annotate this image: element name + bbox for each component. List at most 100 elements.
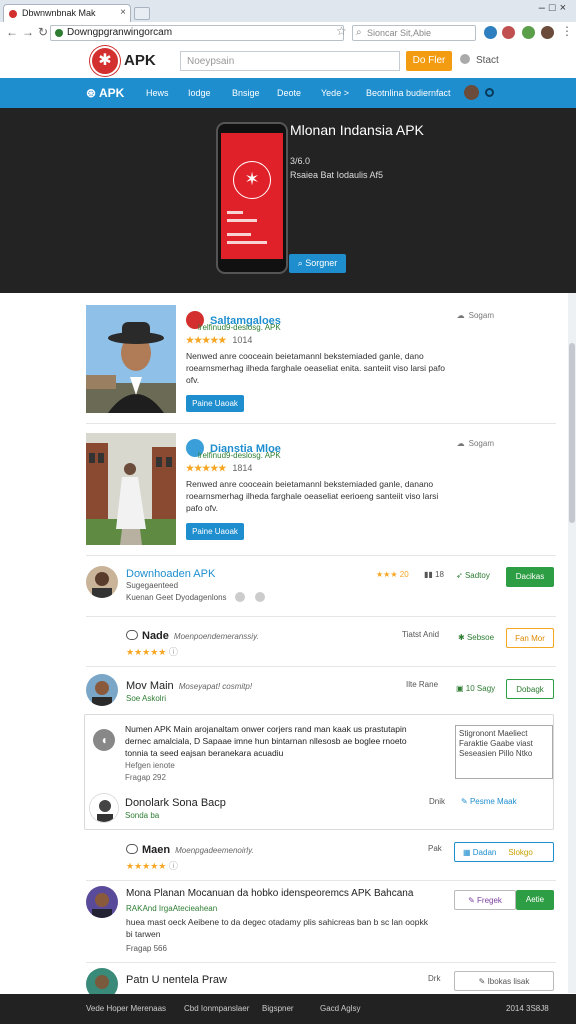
item-action[interactable]: ➶ Sadtoy [456,571,490,580]
comment-note: Hefgen ienote [125,761,175,770]
share-icon: ☁ [456,311,465,320]
close-tab-icon[interactable]: × [120,7,126,18]
chat-icon [126,844,138,854]
bookmark-star-icon[interactable]: ☆ [336,24,347,38]
item-title[interactable]: Maen Moenpgadeemenoirly. [126,844,254,856]
close-window-icon[interactable]: × [560,2,570,14]
reload-icon[interactable]: ↻ [38,25,48,39]
card-button[interactable]: Paine Uaoak [186,523,244,540]
site-logo-icon[interactable]: ✱ [90,46,120,76]
window-controls[interactable]: –□× [539,2,570,14]
main-nav: ⊛ APK Hews Iodge Bnsige Deote Yede > Beo… [0,78,576,108]
site-search-button[interactable]: Do Fler [406,51,452,71]
comment-right-label: Dnik [429,797,446,806]
item-title[interactable]: Nade Moenpoendemeranssiy. [126,630,259,642]
nav-item-lodge[interactable]: Iodge [188,88,211,98]
footer-link[interactable]: Gacd Aglsy [320,1004,360,1013]
extension-icon[interactable] [522,26,535,39]
item-action[interactable]: ✱ Sebsoe [458,633,494,642]
emblem-icon: ✶ [233,161,271,199]
card-button[interactable]: Paine Uaoak [186,395,244,412]
rating-count: 1014 [232,335,253,345]
item-title-text: Nade [142,630,169,642]
share-link[interactable]: ☁ Sogam [457,439,494,448]
hero-version: 3/6.0 [290,156,311,166]
footer-link[interactable]: Vede Hoper Merenaas [86,1004,166,1013]
item-title[interactable]: Downhoaden APK [126,568,215,580]
info-icon[interactable] [234,592,245,602]
split-button[interactable]: ▦ Dadan Slokgo [454,842,554,862]
item-action[interactable]: ▣ 10 Sagy [456,684,495,693]
stars: ★★★★★ [186,463,227,473]
divider [86,880,556,881]
featured-card: Saltamgaloes lrelfinud9-deslosg. APK ★★★… [86,305,556,415]
list-item: Downhoaden APK Sugegaenteed Kuenan Geet … [86,566,556,606]
action-button[interactable]: Aetie [516,890,554,910]
comment-author[interactable]: Donolark Sona Bacp [125,797,226,809]
item-title[interactable]: Mov Main Moseyapat! cosmitp! [126,680,252,692]
nav-item-bnsige[interactable]: Bnsige [232,88,260,98]
card-photo[interactable] [86,433,176,545]
pen-icon: ✎ [478,977,488,986]
browser-tab[interactable]: Dbwnwnbnak Mak × [3,4,131,22]
stats-icon: ▮▮ [424,570,436,579]
nav-item-news[interactable]: Hews [146,88,169,98]
extension-icon[interactable] [502,26,515,39]
avatar[interactable] [86,566,118,598]
footer-link[interactable]: Cbd Ionmpanslaer [184,1004,249,1013]
secondary-button[interactable]: ✎ Ibokas lisak [454,971,554,991]
nav-item-yede[interactable]: Yede > [321,88,349,98]
hero-title: Mlonan Indansia APK [290,122,424,138]
item-right-label: Pak [428,844,442,853]
card-description: Renwed anre cooceain beietamannl bekstem… [186,479,439,513]
footer-link[interactable]: Bigspner [262,1004,294,1013]
share-link[interactable]: ☁ Sogam [457,311,494,320]
nav-brand[interactable]: ⊛ APK [86,86,124,100]
card-photo[interactable] [86,305,176,413]
start-link-label: Stact [476,55,499,66]
scrollbar[interactable] [568,293,576,993]
item-title[interactable]: Patn U nentela Praw [126,974,227,986]
site-logo-text[interactable]: APK [124,52,156,69]
maximize-icon[interactable]: □ [549,2,560,14]
start-link[interactable]: Stact [460,54,499,66]
hero-button[interactable]: ⌕ Sorgner [289,254,346,273]
comment-icon: ◖ [93,729,115,751]
download-button[interactable]: Dobagk [506,679,554,699]
user-icon [460,54,470,64]
edit-button[interactable]: ✎ Fregek [454,890,516,910]
comment-action[interactable]: ✎ Pesme Maak [461,797,517,806]
info-icon[interactable]: ⓘ [169,647,178,657]
extension-icon[interactable] [484,26,497,39]
avatar[interactable] [86,886,118,918]
star-rating: ★★★★★ 1814 [186,463,252,474]
item-subtitle: Sugegaenteed [126,581,179,590]
share-label: Sogam [468,439,494,448]
menu-icon[interactable]: ⋮ [561,24,573,38]
nav-brand-icon: ⊛ [86,86,99,100]
back-icon[interactable]: ← [6,25,18,39]
info-icon[interactable]: ⓘ [169,861,178,871]
profile-avatar[interactable] [541,26,554,39]
new-tab-button[interactable] [134,7,150,20]
download-button[interactable]: Dacikas [506,567,554,587]
forward-icon[interactable]: → [22,25,34,39]
more-button[interactable]: Fan Mor [506,628,554,648]
avatar[interactable] [89,793,119,823]
nav-settings-icon[interactable] [485,88,494,97]
scrollbar-thumb[interactable] [569,343,575,523]
nav-item-deote[interactable]: Deote [277,88,301,98]
item-title[interactable]: Mona Planan Mocanuan da hobko idenspeore… [126,888,413,899]
minimize-icon[interactable]: – [539,2,549,14]
nav-avatar[interactable] [464,85,479,100]
reply-textarea[interactable]: Stigronont Maeliect Faraktie Gaabe viast… [455,725,553,779]
calendar-icon: ▣ [456,684,466,693]
avatar[interactable] [86,674,118,706]
info-icon[interactable] [255,592,265,602]
site-search-input[interactable]: Noeypsain [180,51,400,71]
browser-search-box[interactable]: ⌕ Sioncar Sit,Abie [352,25,476,41]
url-text: Downgpgranwingorcam [67,27,173,38]
pen-icon: ✎ [468,896,478,905]
address-bar[interactable]: Downgpgranwingorcam [50,25,344,41]
nav-item-more[interactable]: Beotnlina budiernfact [366,88,451,98]
